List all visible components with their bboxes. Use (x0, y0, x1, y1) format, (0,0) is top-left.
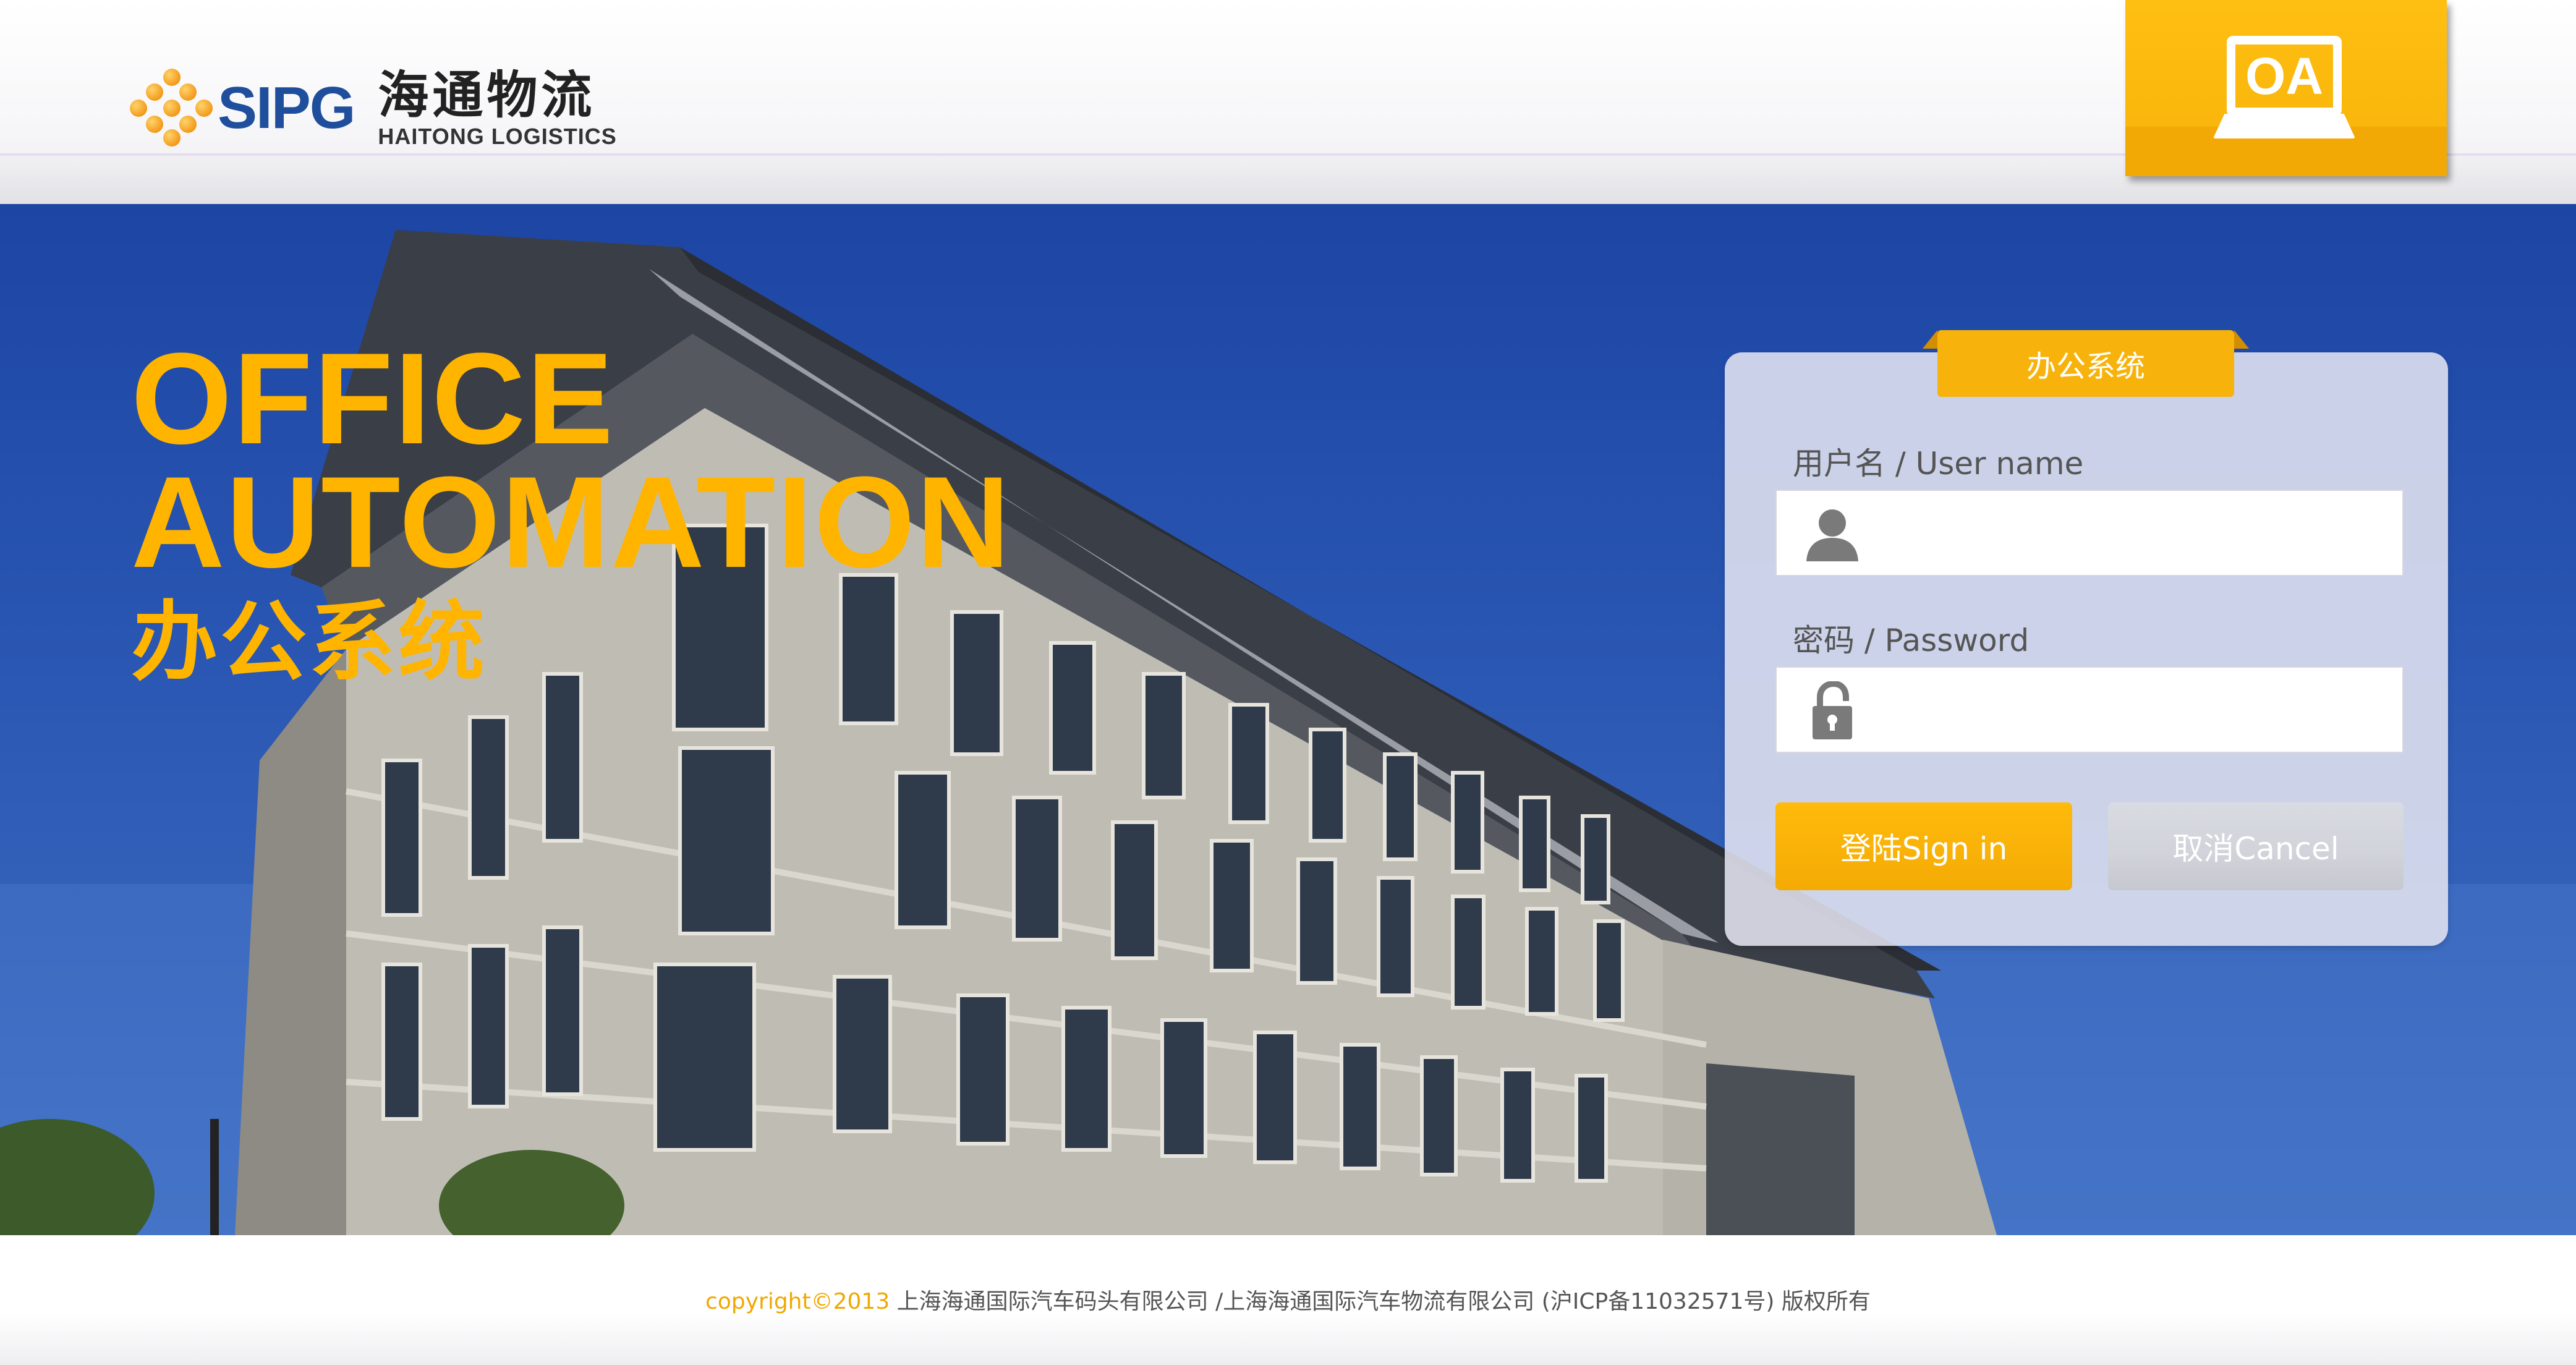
hero-title: OFFICE AUTOMATION (131, 326, 1011, 595)
page: SIPG 海通物流 HAITONG LOGISTICS OA OFFICE AU… (0, 0, 2576, 1365)
computer-base-icon (2213, 114, 2355, 138)
logo-name-en: HAITONG LOGISTICS (378, 124, 617, 149)
login-panel-tab: 办公系统 (1923, 330, 2249, 397)
password-input[interactable] (1882, 668, 2391, 753)
signin-button[interactable]: 登陆Sign in (1775, 802, 2072, 890)
footer: copyright©2013 上海海通国际汽车码头有限公司 /上海海通国际汽车物… (0, 1235, 2576, 1365)
username-field[interactable] (1775, 490, 2404, 576)
hero-subtitle: 办公系统 (131, 592, 488, 693)
logo-dots-icon (130, 69, 213, 147)
logo-brand: SIPG (218, 75, 355, 141)
logo-name: 海通物流 HAITONG LOGISTICS (378, 67, 616, 149)
footer-company: 上海海通国际汽车码头有限公司 /上海海通国际汽车物流有限公司 (沪ICP备110… (890, 1289, 1871, 1314)
hero-title-line1: OFFICE (131, 326, 614, 471)
username-input[interactable] (1882, 491, 2391, 576)
user-icon (1806, 509, 1858, 561)
company-logo: SIPG 海通物流 HAITONG LOGISTICS (130, 62, 617, 155)
oa-badge: OA (2125, 0, 2447, 176)
footer-text: copyright©2013 上海海通国际汽车码头有限公司 /上海海通国际汽车物… (0, 1283, 2576, 1316)
password-label: 密码 / Password (1793, 623, 2030, 658)
oa-label: OA (2245, 47, 2323, 105)
username-label: 用户名 / User name (1793, 446, 2084, 482)
logo-name-cn: 海通物流 (378, 66, 596, 125)
password-field[interactable] (1775, 666, 2404, 753)
header: SIPG 海通物流 HAITONG LOGISTICS OA (0, 0, 2576, 204)
hero-title-line2: AUTOMATION (131, 449, 1011, 595)
footer-copyright: copyright©2013 (705, 1289, 890, 1314)
cancel-button[interactable]: 取消Cancel (2108, 802, 2404, 890)
lock-icon (1813, 681, 1852, 739)
computer-monitor-icon: OA (2227, 36, 2342, 116)
login-panel: 办公系统 用户名 / User name 密码 / Password 登陆Sig… (1725, 330, 2448, 946)
